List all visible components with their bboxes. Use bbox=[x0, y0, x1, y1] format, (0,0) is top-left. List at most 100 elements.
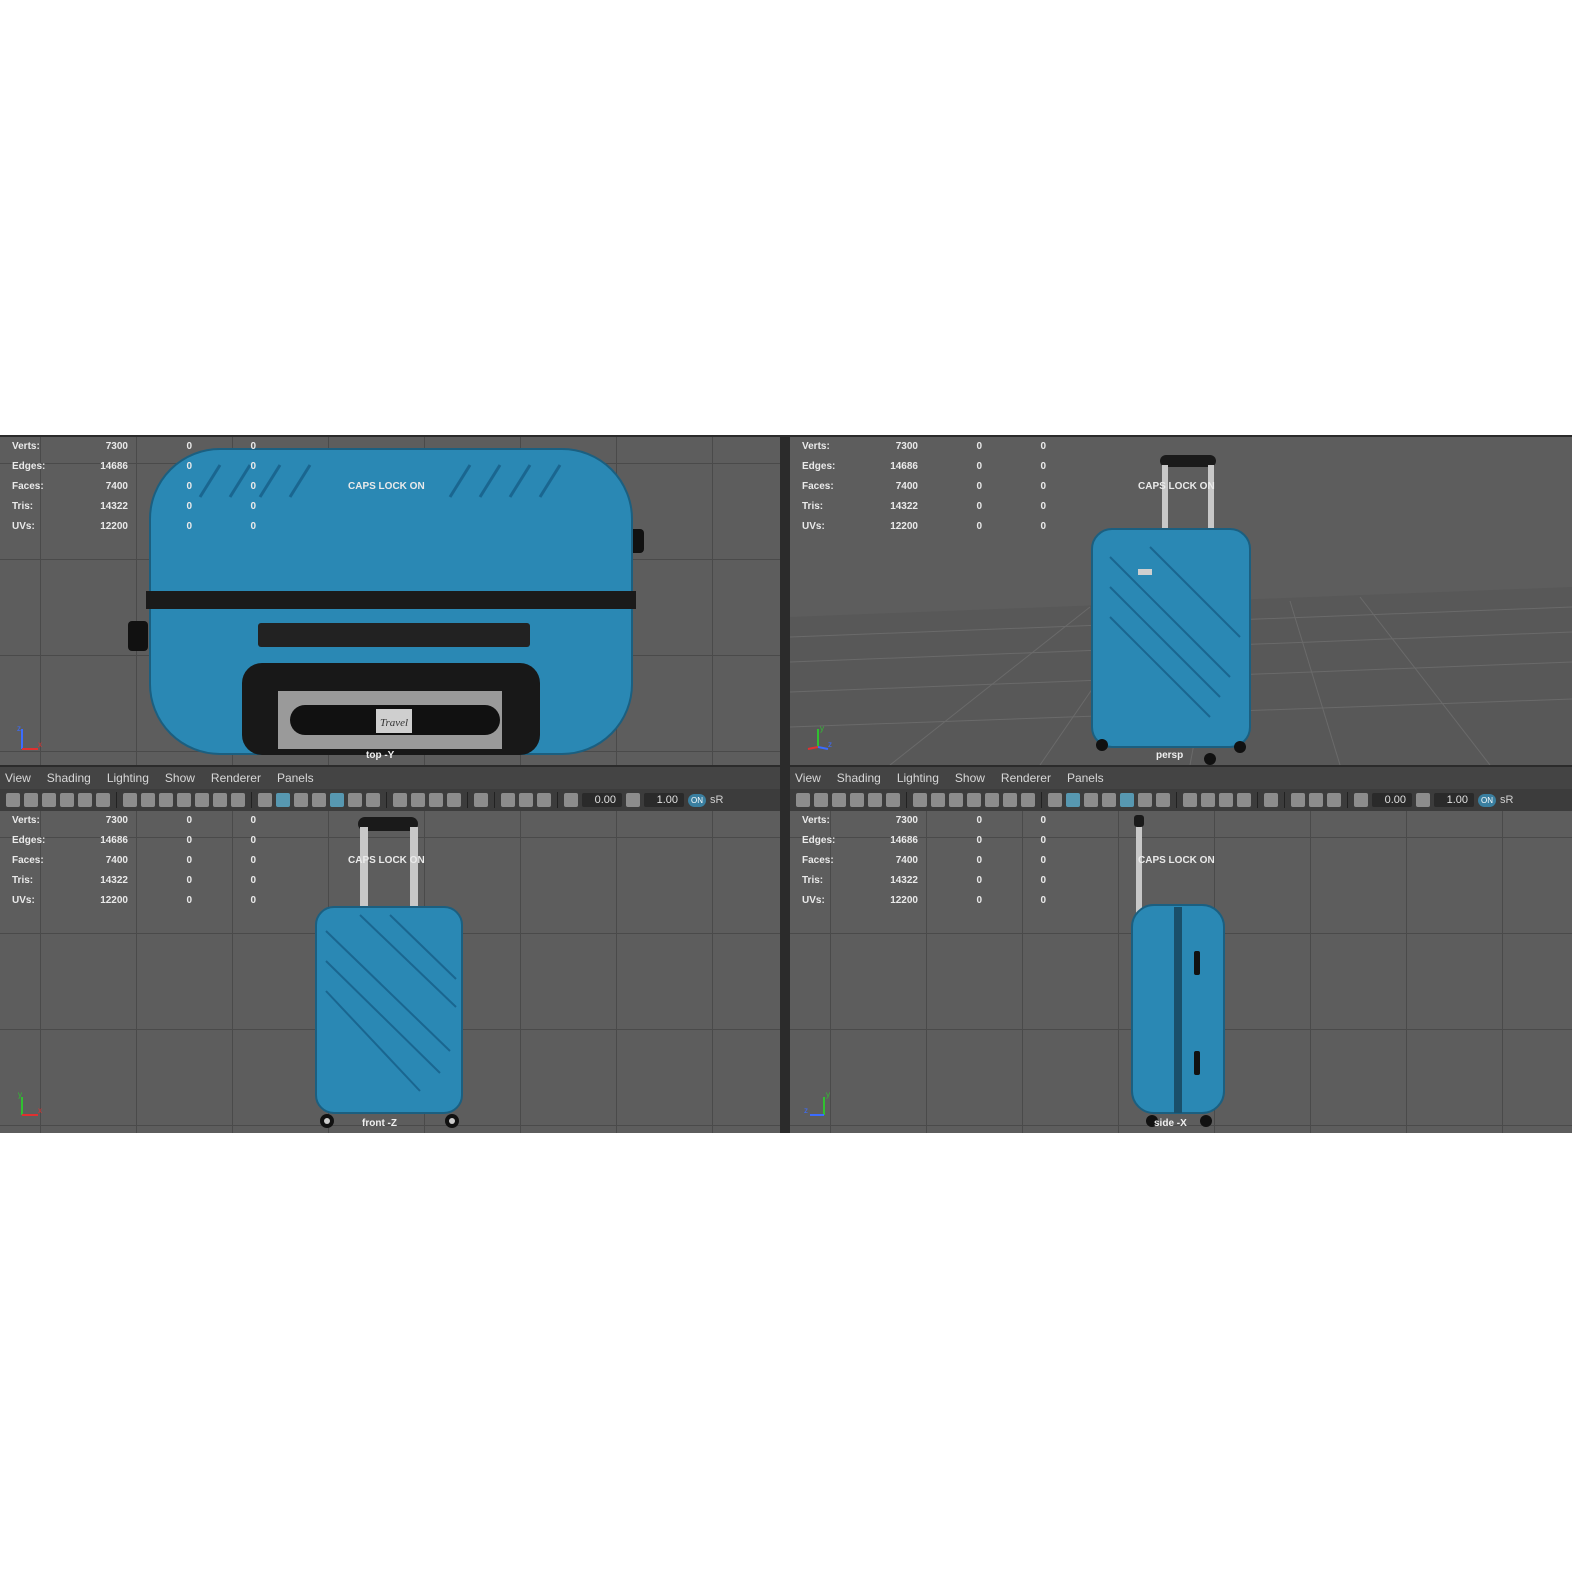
menu-shading[interactable]: Shading bbox=[47, 771, 91, 785]
field-chart-icon[interactable] bbox=[195, 793, 209, 807]
viewport-top[interactable]: Travel Verts: 7300 0 0 Edges: 14686 0 0 Faces:… bbox=[0, 437, 780, 765]
grid-icon[interactable] bbox=[123, 793, 137, 807]
toolbar-divider bbox=[1347, 792, 1348, 808]
viewport-side[interactable]: View Shading Lighting Show Renderer Pane… bbox=[790, 767, 1572, 1133]
svg-text:x: x bbox=[38, 1106, 42, 1115]
default-material-icon[interactable] bbox=[294, 793, 308, 807]
ambient-occlusion-icon[interactable] bbox=[393, 793, 407, 807]
shadows-icon[interactable] bbox=[1156, 793, 1170, 807]
gate-mask-icon[interactable] bbox=[177, 793, 191, 807]
caps-lock-indicator: CAPS LOCK ON bbox=[348, 855, 425, 866]
bookmark-icon[interactable] bbox=[42, 793, 56, 807]
textured-icon[interactable] bbox=[330, 793, 344, 807]
safe-action-icon[interactable] bbox=[1003, 793, 1017, 807]
ambient-occlusion-icon[interactable] bbox=[1183, 793, 1197, 807]
svg-text:z: z bbox=[828, 740, 832, 749]
menu-show[interactable]: Show bbox=[165, 771, 195, 785]
anti-aliasing-icon[interactable] bbox=[429, 793, 443, 807]
menu-lighting[interactable]: Lighting bbox=[107, 771, 149, 785]
viewport-front[interactable]: View Shading Lighting Show Renderer Pane… bbox=[0, 767, 780, 1133]
default-material-icon[interactable] bbox=[1084, 793, 1098, 807]
lights-icon[interactable] bbox=[348, 793, 362, 807]
gamma-field[interactable]: 1.00 bbox=[1434, 793, 1474, 807]
field-chart-icon[interactable] bbox=[985, 793, 999, 807]
wireframe-on-shaded-icon[interactable] bbox=[1102, 793, 1116, 807]
caps-lock-indicator: CAPS LOCK ON bbox=[348, 481, 425, 492]
smooth-shade-icon[interactable] bbox=[1066, 793, 1080, 807]
textured-icon[interactable] bbox=[1120, 793, 1134, 807]
xray-active-icon[interactable] bbox=[519, 793, 533, 807]
2d-pan-zoom-icon[interactable] bbox=[78, 793, 92, 807]
grease-pencil-icon[interactable] bbox=[96, 793, 110, 807]
motion-blur-icon[interactable] bbox=[1201, 793, 1215, 807]
menu-panels[interactable]: Panels bbox=[277, 771, 314, 785]
xray-icon[interactable] bbox=[501, 793, 515, 807]
image-plane-icon[interactable] bbox=[60, 793, 74, 807]
wireframe-on-shaded-icon[interactable] bbox=[312, 793, 326, 807]
toolbar-divider bbox=[494, 792, 495, 808]
camera-icon[interactable] bbox=[796, 793, 810, 807]
film-gate-icon[interactable] bbox=[931, 793, 945, 807]
isolate-select-icon[interactable] bbox=[474, 793, 488, 807]
film-gate-icon[interactable] bbox=[141, 793, 155, 807]
depth-of-field-icon[interactable] bbox=[1237, 793, 1251, 807]
gamma-field[interactable]: 1.00 bbox=[644, 793, 684, 807]
exposure-field[interactable]: 0.00 bbox=[582, 793, 622, 807]
menu-panels[interactable]: Panels bbox=[1067, 771, 1104, 785]
hud-persp: Verts: 7300 0 0 Edges: 14686 0 0 Faces: 7400 0 0 … bbox=[802, 441, 1046, 532]
maya-four-view-layout: Travel Verts: 7300 0 0 Edges: 14686 0 0 Faces:… bbox=[0, 435, 1572, 1133]
menu-renderer[interactable]: Renderer bbox=[1001, 771, 1051, 785]
bookmark-icon[interactable] bbox=[832, 793, 846, 807]
menu-view[interactable]: View bbox=[795, 771, 821, 785]
depth-of-field-icon[interactable] bbox=[447, 793, 461, 807]
exposure-field[interactable]: 0.00 bbox=[1372, 793, 1412, 807]
toolbar-divider bbox=[386, 792, 387, 808]
camera-icon[interactable] bbox=[6, 793, 20, 807]
2d-pan-zoom-icon[interactable] bbox=[868, 793, 882, 807]
exposure-icon[interactable] bbox=[564, 793, 578, 807]
menu-show[interactable]: Show bbox=[955, 771, 985, 785]
camera-label-front: front -Z bbox=[362, 1118, 397, 1129]
isolate-select-icon[interactable] bbox=[1264, 793, 1278, 807]
viewport-persp-canvas[interactable]: Verts: 7300 0 0 Edges: 14686 0 0 Faces: 7400 0 0 … bbox=[790, 437, 1572, 765]
safe-title-icon[interactable] bbox=[1021, 793, 1035, 807]
anti-aliasing-icon[interactable] bbox=[1219, 793, 1233, 807]
shadows-icon[interactable] bbox=[366, 793, 380, 807]
viewport-persp[interactable]: Verts: 7300 0 0 Edges: 14686 0 0 Faces: 7400 0 0 … bbox=[790, 437, 1572, 765]
viewport-side-canvas[interactable]: Verts: 7300 0 0 Edges: 14686 0 0 Faces: 7400 0 0 … bbox=[790, 811, 1572, 1133]
xray-joints-icon[interactable] bbox=[1327, 793, 1341, 807]
toolbar-divider bbox=[1176, 792, 1177, 808]
camera-attributes-icon[interactable] bbox=[24, 793, 38, 807]
grease-pencil-icon[interactable] bbox=[886, 793, 900, 807]
wireframe-icon[interactable] bbox=[258, 793, 272, 807]
resolution-gate-icon[interactable] bbox=[949, 793, 963, 807]
xray-active-icon[interactable] bbox=[1309, 793, 1323, 807]
safe-title-icon[interactable] bbox=[231, 793, 245, 807]
gate-mask-icon[interactable] bbox=[967, 793, 981, 807]
grid-icon[interactable] bbox=[913, 793, 927, 807]
xray-icon[interactable] bbox=[1291, 793, 1305, 807]
camera-attributes-icon[interactable] bbox=[814, 793, 828, 807]
color-management-toggle[interactable]: ON bbox=[1478, 793, 1496, 807]
gamma-icon[interactable] bbox=[626, 793, 640, 807]
menu-shading[interactable]: Shading bbox=[837, 771, 881, 785]
image-plane-icon[interactable] bbox=[850, 793, 864, 807]
color-management-toggle[interactable]: ON bbox=[688, 793, 706, 807]
gamma-icon[interactable] bbox=[1416, 793, 1430, 807]
color-space-label[interactable]: sR bbox=[710, 794, 723, 806]
viewport-top-canvas[interactable]: Travel Verts: 7300 0 0 Edges: 14686 0 0 Faces:… bbox=[0, 437, 780, 765]
wireframe-icon[interactable] bbox=[1048, 793, 1062, 807]
color-space-label[interactable]: sR bbox=[1500, 794, 1513, 806]
resolution-gate-icon[interactable] bbox=[159, 793, 173, 807]
menu-renderer[interactable]: Renderer bbox=[211, 771, 261, 785]
safe-action-icon[interactable] bbox=[213, 793, 227, 807]
menu-lighting[interactable]: Lighting bbox=[897, 771, 939, 785]
motion-blur-icon[interactable] bbox=[411, 793, 425, 807]
exposure-icon[interactable] bbox=[1354, 793, 1368, 807]
smooth-shade-icon[interactable] bbox=[276, 793, 290, 807]
xray-joints-icon[interactable] bbox=[537, 793, 551, 807]
lights-icon[interactable] bbox=[1138, 793, 1152, 807]
viewport-front-canvas[interactable]: Verts: 7300 0 0 Edges: 14686 0 0 Faces: 7400 0 0 … bbox=[0, 811, 780, 1133]
toolbar-divider bbox=[251, 792, 252, 808]
menu-view[interactable]: View bbox=[5, 771, 31, 785]
